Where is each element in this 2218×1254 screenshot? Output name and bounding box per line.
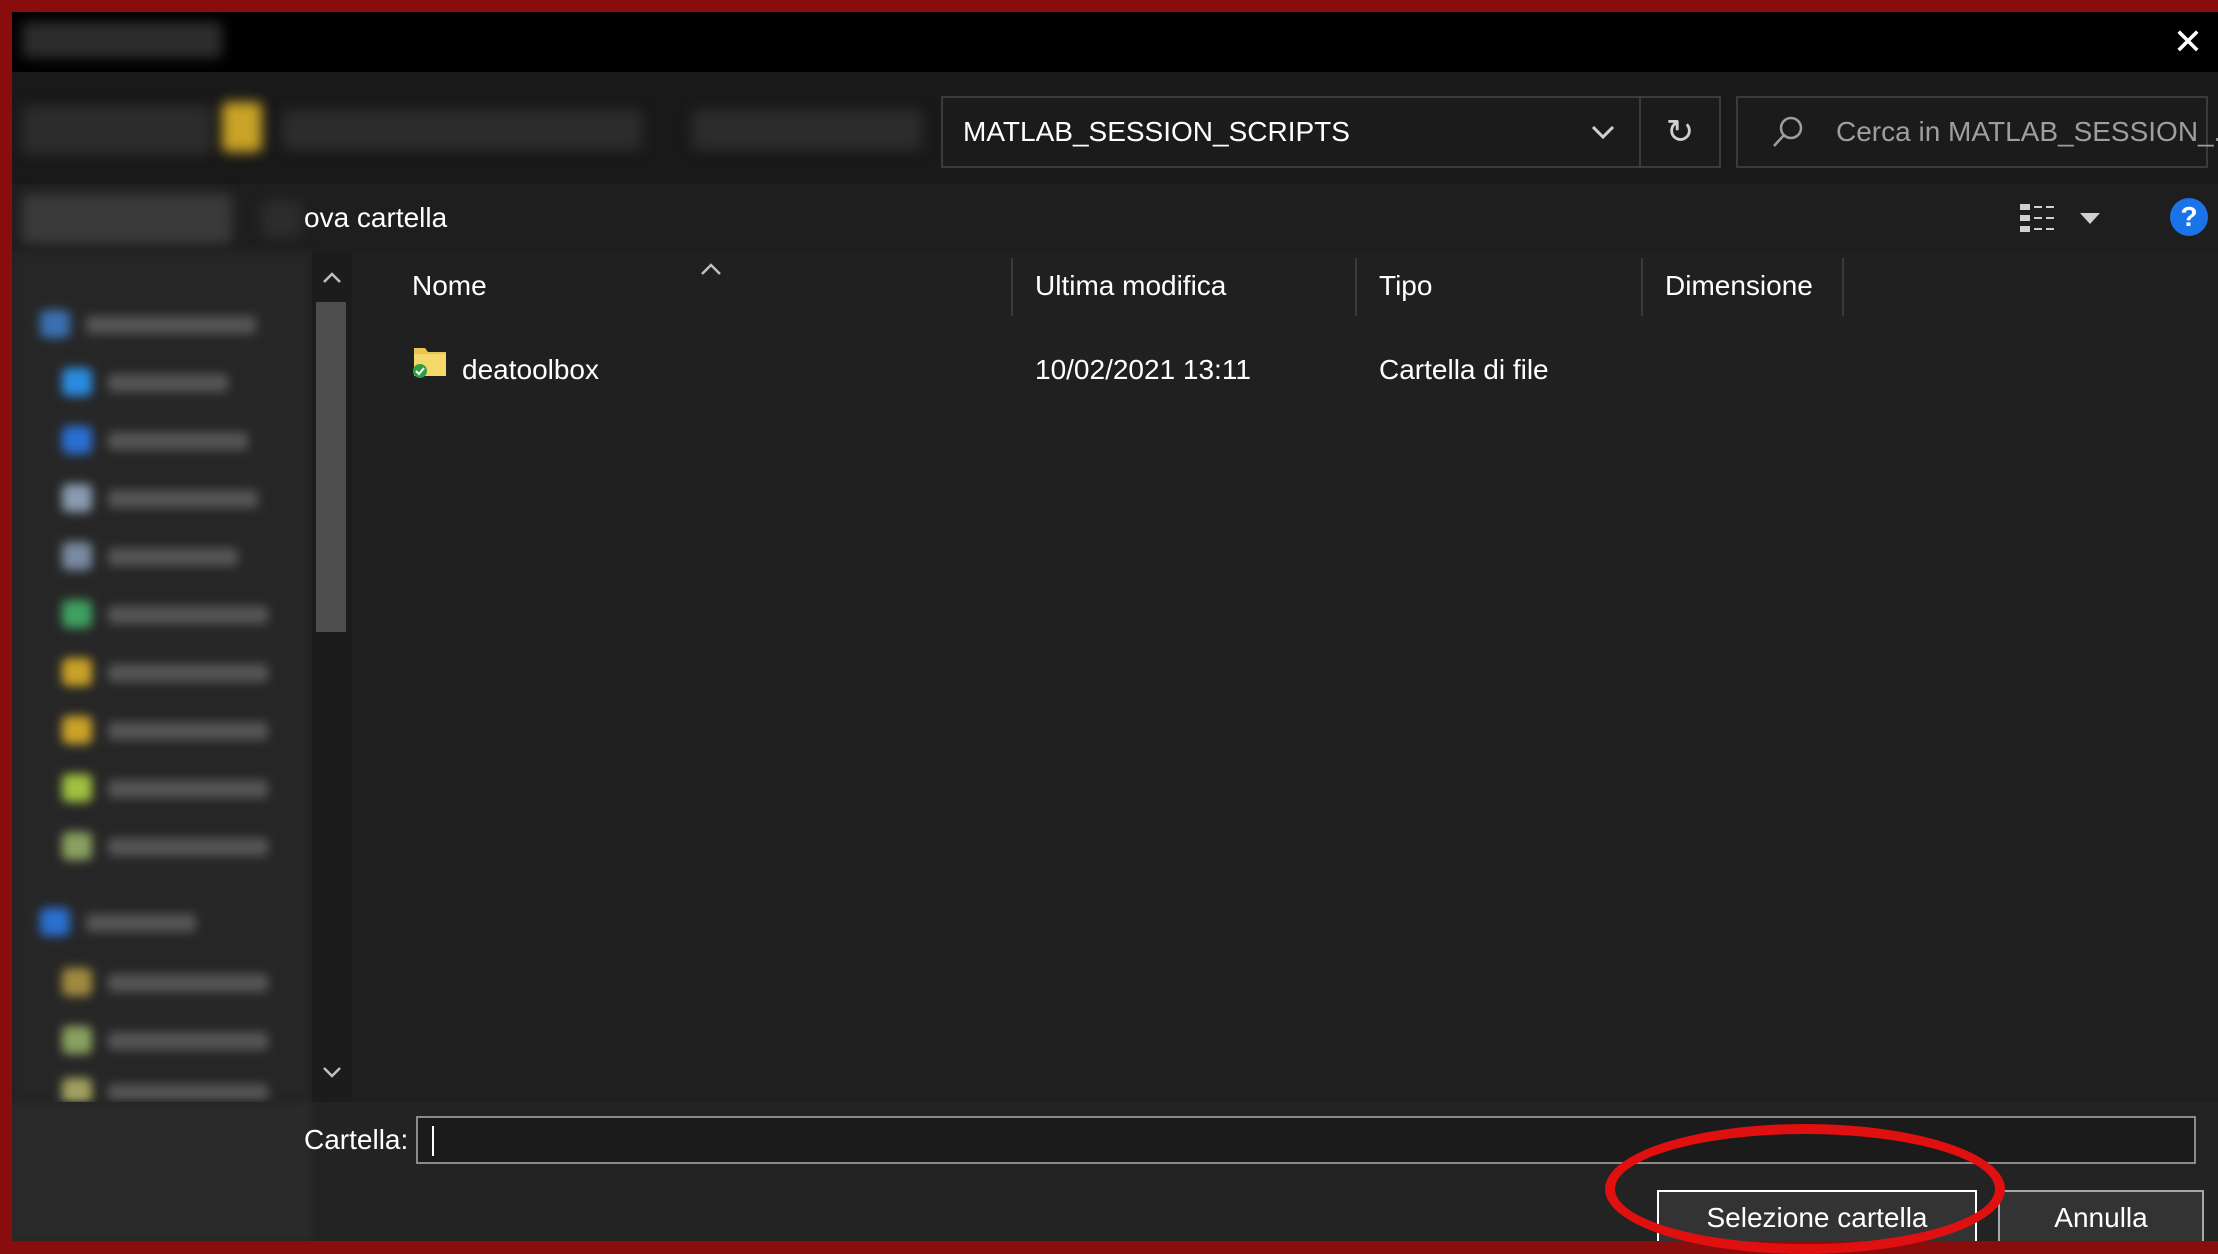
window-title-blurred <box>22 22 222 58</box>
breadcrumb-blurred <box>282 110 642 150</box>
nav-buttons-blurred <box>22 106 212 154</box>
address-bar[interactable]: MATLAB_SESSION_SCRIPTS ↻ <box>941 96 1721 168</box>
folder-icon <box>413 348 446 378</box>
file-modified: 10/02/2021 13:11 <box>1035 354 1251 385</box>
search-box[interactable]: Cerca in MATLAB_SESSION_... <box>1736 96 2218 168</box>
file-type: Cartella di file <box>1379 354 1549 385</box>
column-divider[interactable] <box>1011 258 1013 316</box>
column-divider[interactable] <box>1641 258 1643 316</box>
title-bar: ✕ <box>12 12 2218 72</box>
location-icon-blurred <box>222 102 262 152</box>
footer-left-blurred <box>12 1102 312 1241</box>
view-options-chevron-icon[interactable] <box>2076 206 2104 230</box>
folder-field-label: Cartella: <box>304 1124 409 1155</box>
column-header-size[interactable]: Dimensione <box>1665 252 1813 320</box>
cancel-button[interactable]: Annulla <box>1998 1190 2204 1241</box>
file-name[interactable]: deatoolbox <box>462 350 599 390</box>
search-input[interactable]: Cerca in MATLAB_SESSION_... <box>1836 98 2218 166</box>
address-path: MATLAB_SESSION_SCRIPTS <box>963 116 1350 147</box>
close-icon[interactable]: ✕ <box>2168 18 2208 66</box>
new-folder-button[interactable]: ova cartella <box>304 184 447 252</box>
column-divider[interactable] <box>1355 258 1357 316</box>
file-list: Nome Ultima modifica Tipo Dimensione dea… <box>352 252 2218 1102</box>
navigation-scrollbar[interactable] <box>312 252 352 1102</box>
navigation-pane-blurred <box>12 252 312 1106</box>
folder-picker-dialog: ✕ MATLAB_SESSION_SCRIPTS ↻ Cerca in MATL… <box>12 12 2218 1241</box>
address-divider <box>1639 98 1641 166</box>
details-view-icon[interactable] <box>2018 198 2062 238</box>
text-caret <box>432 1126 434 1156</box>
scrollbar-thumb[interactable] <box>316 302 346 632</box>
new-folder-prefix-blurred <box>262 200 302 238</box>
scroll-down-icon[interactable] <box>312 1058 352 1088</box>
refresh-icon[interactable]: ↻ <box>1657 108 1703 156</box>
address-row: MATLAB_SESSION_SCRIPTS ↻ Cerca in MATLAB… <box>12 72 2218 184</box>
search-icon <box>1773 116 1803 147</box>
breadcrumb-blurred-2 <box>692 110 922 150</box>
organize-button-blurred <box>22 194 232 244</box>
column-divider[interactable] <box>1842 258 1844 316</box>
scroll-up-icon[interactable] <box>312 262 352 292</box>
command-toolbar: ova cartella ? <box>12 184 2218 252</box>
column-header-name[interactable]: Nome <box>412 252 487 320</box>
help-icon[interactable]: ? <box>2170 198 2208 236</box>
sort-ascending-icon <box>701 263 721 275</box>
chevron-down-icon[interactable] <box>1583 112 1623 152</box>
highlight-annotation <box>1605 1124 2005 1254</box>
column-header-type[interactable]: Tipo <box>1379 252 1432 320</box>
column-header-modified[interactable]: Ultima modifica <box>1035 252 1226 320</box>
